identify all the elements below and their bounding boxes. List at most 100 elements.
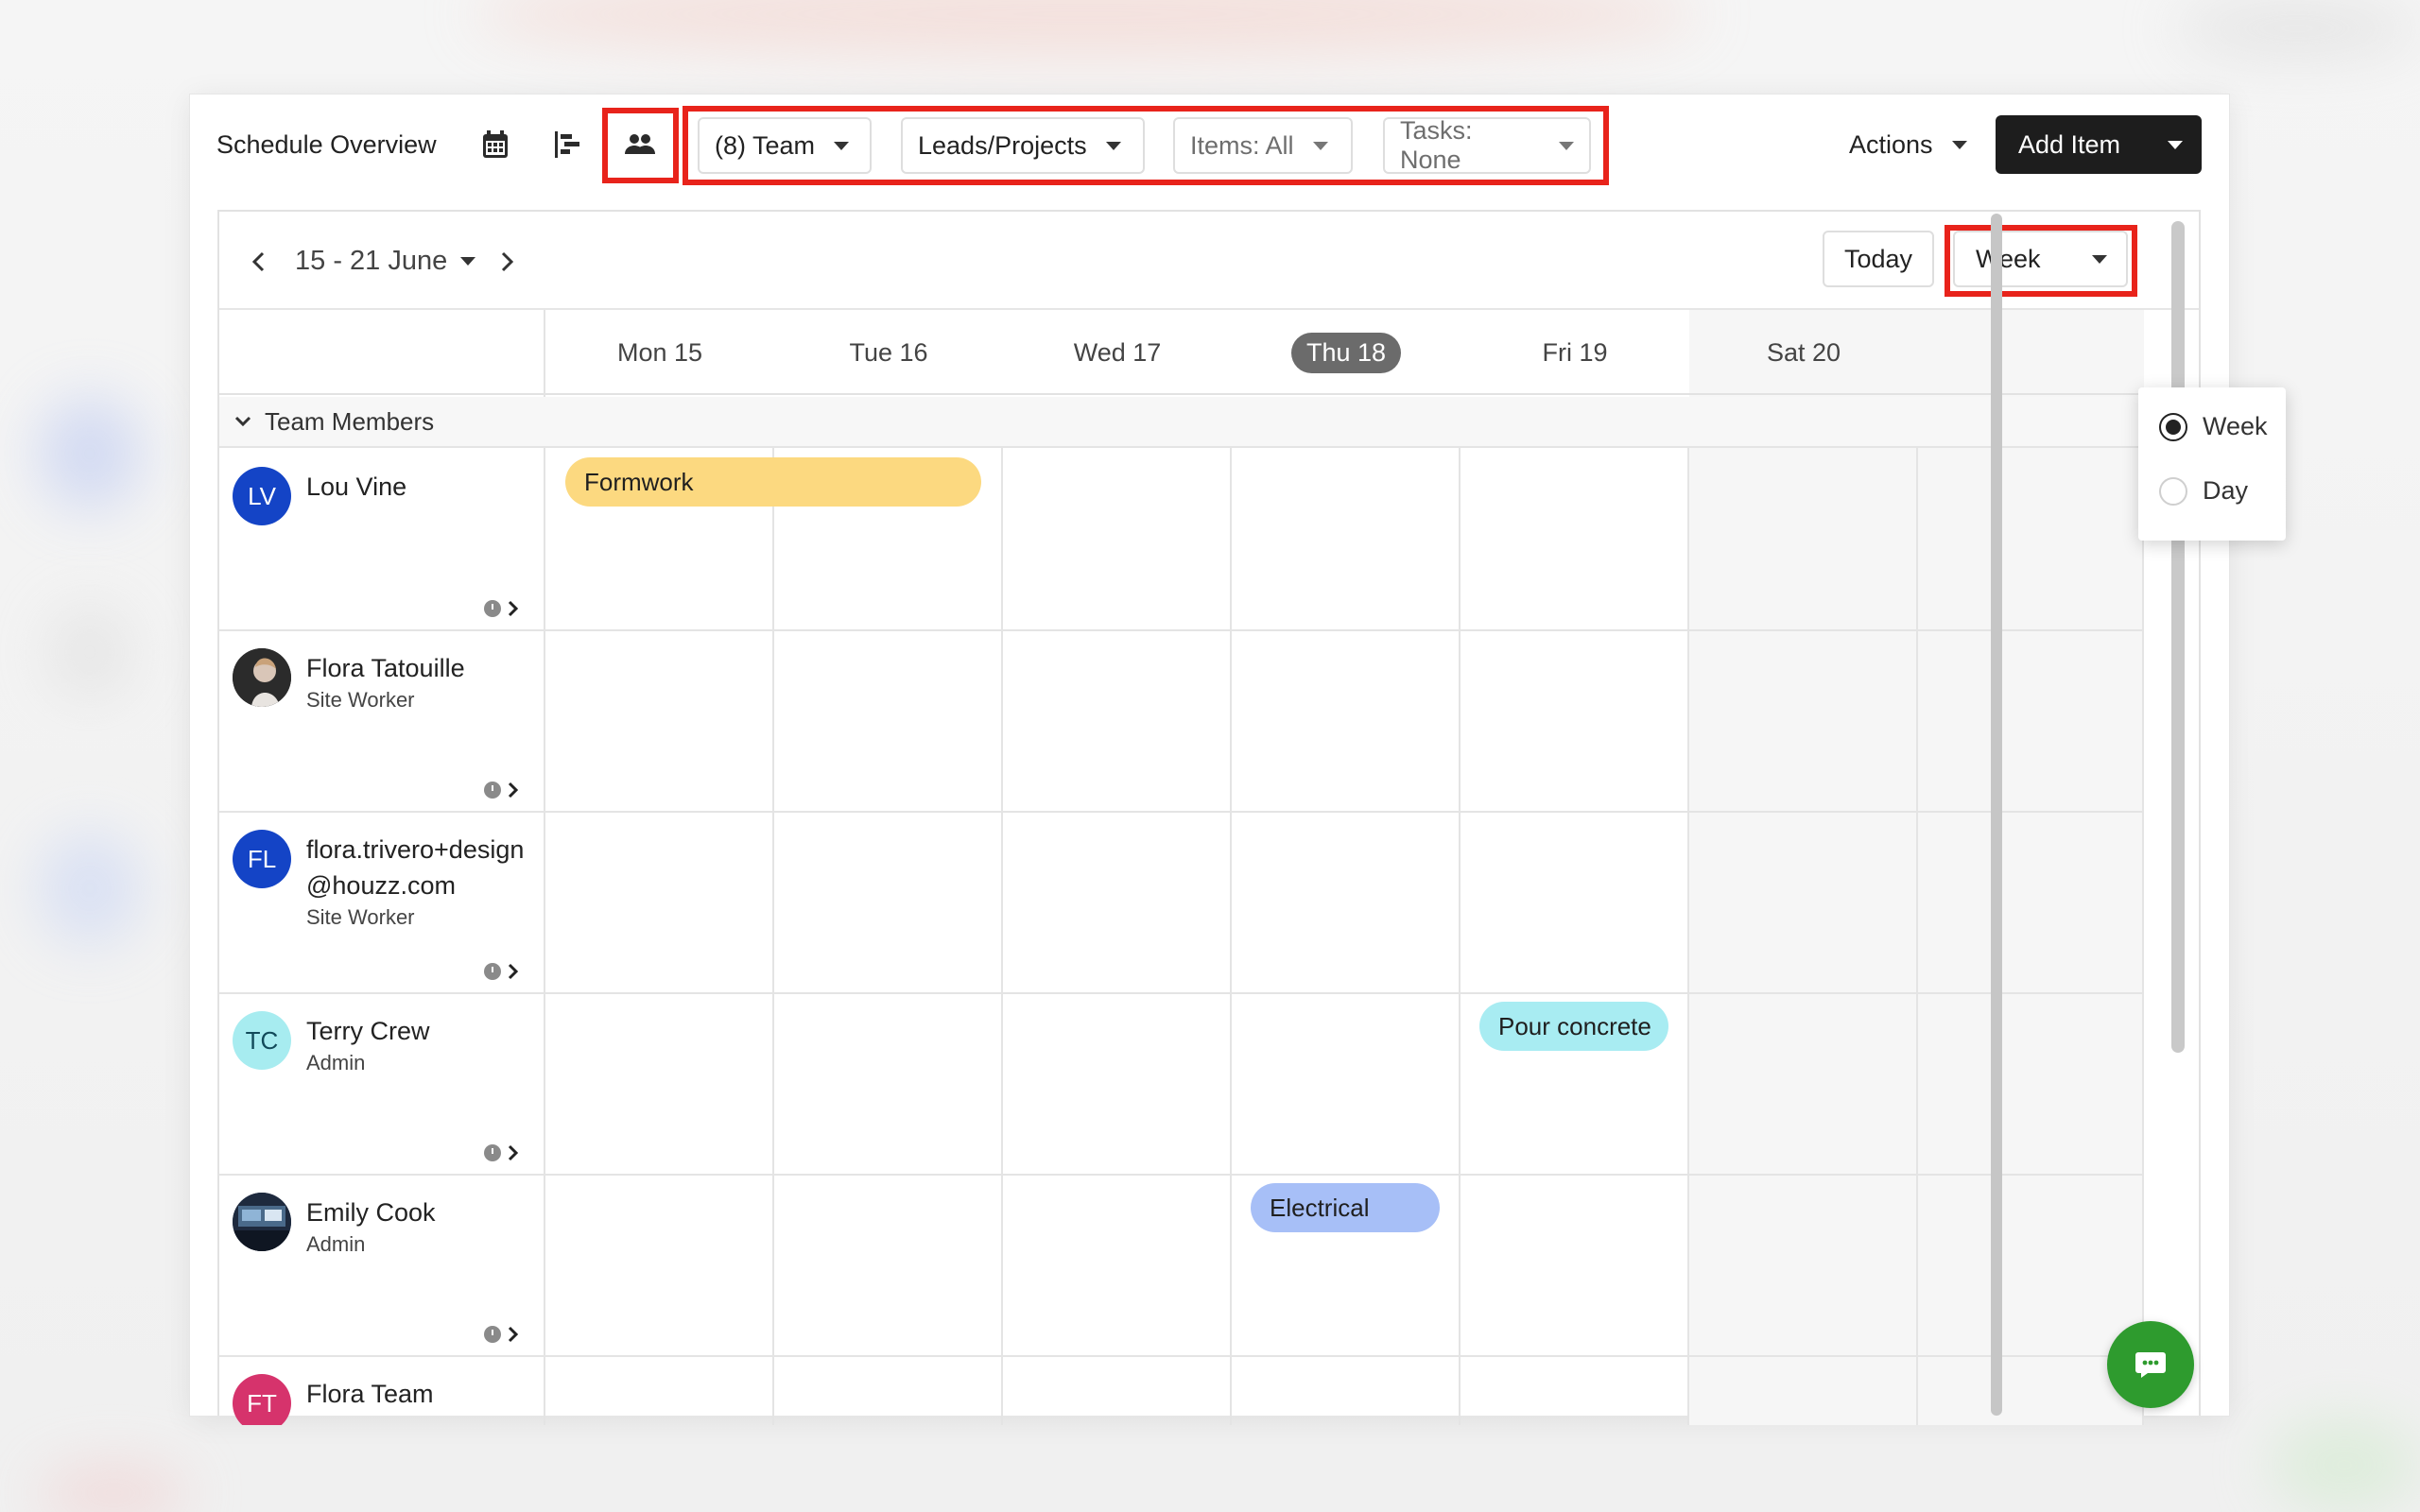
member-info: flora.trivero+design@houzz.com Site Worke… [306,832,533,932]
blur-shape [2174,0,2420,57]
day-label: Wed 17 [1073,337,1162,367]
member-row: LV Lou Vine Formwork [219,450,2144,631]
avatar: TC [233,1011,291,1070]
day-header-row: Mon 15 Tue 16 Wed 17 Thu 18 Fri 19 Sat 2… [219,310,2144,395]
toolbar: Schedule Overview (8) Team Leads/Project… [190,94,2229,198]
avatar-initials: FL [247,844,277,873]
chat-icon [2135,1352,2166,1378]
previous-week-icon[interactable] [244,248,272,276]
blur-shape [38,832,142,945]
member-role: Site Worker [306,905,415,929]
member-role: Admin [306,1051,366,1074]
team-members-group[interactable]: Team Members [219,397,2144,448]
blur-shape [473,0,1702,57]
member-name: Emily Cook [306,1198,436,1227]
day-header-thu-today: Thu 18 [1232,310,1461,395]
member-cell: FT Flora Team [219,1357,544,1425]
add-item-button[interactable]: Add Item [1996,115,2202,174]
member-name: flora.trivero+design@houzz.com [306,835,525,900]
member-info: Flora Tatouille Site Worker [306,650,533,714]
avatar-photo [233,1193,291,1251]
day-label: Tue 16 [849,337,928,367]
day-header-mon: Mon 15 [545,310,774,395]
gantt-view-icon[interactable] [544,121,592,168]
actions-menu[interactable]: Actions [1849,130,1967,160]
page-scrollbar[interactable] [1989,214,2004,1423]
event-label: Electrical [1270,1193,1370,1222]
day-header-wed: Wed 17 [1003,310,1232,395]
view-option-week[interactable]: Week [2159,412,2268,441]
chevron-down-icon [460,257,476,266]
view-dropdown-menu: Week Day [2138,387,2286,541]
scrollbar-thumb[interactable] [1991,214,2002,1416]
member-name: Lou Vine [306,472,407,501]
team-view-highlight [602,108,679,183]
page-title: Schedule Overview [216,130,437,159]
member-cell: Emily Cook Admin [219,1176,544,1357]
avatar-initials: FT [247,1388,277,1418]
event-electrical[interactable]: Electrical [1251,1183,1440,1232]
view-select-highlight [1945,225,2137,297]
avatar-initials: LV [248,481,276,510]
calendar-nav: 15 - 21 June Today Week [219,212,2199,310]
schedule-panel: Schedule Overview (8) Team Leads/Project… [190,94,2286,1425]
avatar-initials: TC [245,1025,279,1055]
chevron-right-icon [508,600,519,617]
member-cell: TC Terry Crew Admin [219,994,544,1176]
clock-icon [484,1326,501,1343]
member-row: Emily Cook Admin Electrical [219,1176,2144,1357]
member-name: Terry Crew [306,1017,430,1045]
chevron-right-icon [508,963,519,980]
member-info: Flora Team [306,1376,533,1412]
day-header-tue: Tue 16 [774,310,1003,395]
blur-shape [38,1465,189,1512]
event-label: Pour concrete [1498,1011,1651,1040]
radio-selected-icon [2159,412,2187,441]
member-tools[interactable] [484,1143,520,1162]
radio-empty-icon [2159,476,2187,506]
member-role: Site Worker [306,688,415,712]
chevron-right-icon [508,1144,519,1161]
date-range-dropdown[interactable]: 15 - 21 June [295,246,476,277]
avatar: FT [233,1374,291,1425]
event-label: Formwork [584,467,694,496]
member-info: Lou Vine [306,469,533,505]
date-range-label: 15 - 21 June [295,246,448,276]
member-tools[interactable] [484,599,520,618]
chat-button[interactable] [2107,1321,2194,1408]
next-week-icon[interactable] [493,248,522,276]
member-cell: FL flora.trivero+design@houzz.com Site Wo… [219,813,544,994]
option-label: Week [2203,412,2268,440]
blur-shape [38,397,142,510]
clock-icon [484,782,501,799]
member-row: FT Flora Team [219,1357,2144,1425]
member-info: Terry Crew Admin [306,1013,533,1077]
avatar: LV [233,467,291,525]
clock-icon [484,600,501,617]
chevron-right-icon [508,1326,519,1343]
scrollbar-thumb[interactable] [2171,221,2185,1053]
view-option-day[interactable]: Day [2159,476,2248,506]
member-row: TC Terry Crew Admin Pour concrete [219,994,2144,1176]
calendar-view-icon[interactable] [472,121,519,168]
filters-highlight [683,106,1609,185]
member-tools[interactable] [484,962,520,981]
option-label: Day [2203,476,2249,505]
chevron-down-icon [1951,141,1967,149]
today-button[interactable]: Today [1823,231,1934,287]
member-info: Emily Cook Admin [306,1194,533,1259]
event-pour-concrete[interactable]: Pour concrete [1479,1002,1668,1051]
member-tools[interactable] [484,781,520,799]
member-row: Flora Tatouille Site Worker [219,631,2144,813]
event-formwork[interactable]: Formwork [565,457,981,507]
blur-shape [47,605,132,699]
blur-shape [2269,1418,2420,1512]
day-label: Fri 19 [1542,337,1608,367]
add-item-split-toggle[interactable] [2149,115,2202,174]
chevron-right-icon [508,782,519,799]
member-tools[interactable] [484,1325,520,1344]
chevron-down-icon [234,416,251,427]
calendar: 15 - 21 June Today Week Mon 15 Tue 16 We… [217,210,2201,1425]
chevron-down-icon [2168,140,2183,149]
member-name: Flora Team [306,1380,434,1408]
